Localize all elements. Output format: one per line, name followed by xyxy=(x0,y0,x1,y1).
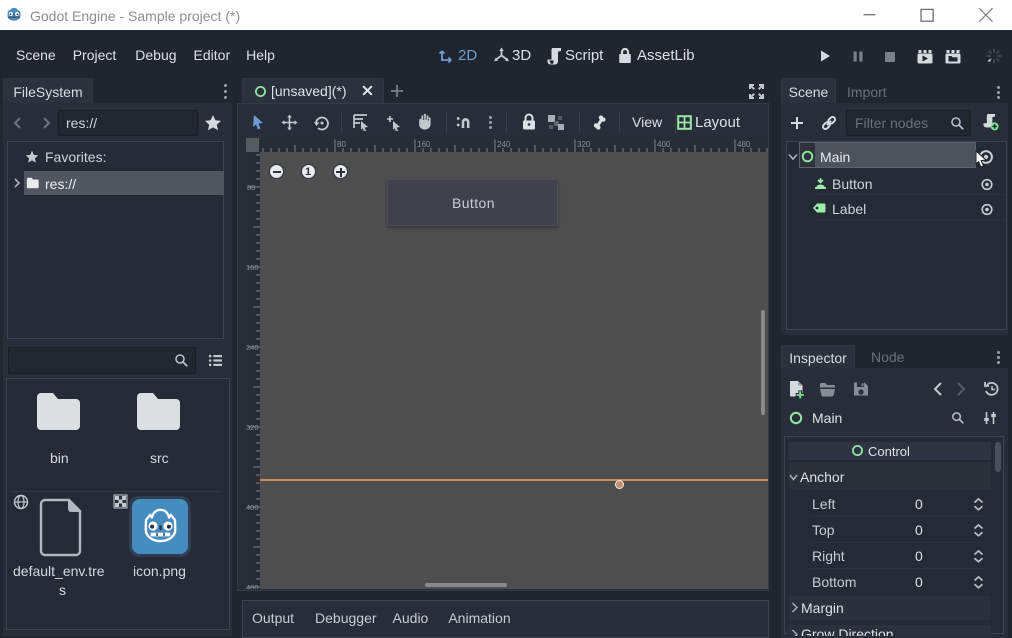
svg-text:320: 320 xyxy=(246,423,259,432)
svg-text:160: 160 xyxy=(246,263,259,272)
svg-text:480: 480 xyxy=(737,140,751,149)
svg-text:480: 480 xyxy=(246,583,259,589)
svg-text:320: 320 xyxy=(577,140,591,149)
svg-text:400: 400 xyxy=(246,503,259,512)
svg-text:80: 80 xyxy=(337,140,346,149)
svg-text:240: 240 xyxy=(497,140,511,149)
svg-text:240: 240 xyxy=(246,343,259,352)
svg-text:160: 160 xyxy=(417,140,431,149)
svg-text:400: 400 xyxy=(657,140,671,149)
svg-text:80: 80 xyxy=(247,183,255,192)
